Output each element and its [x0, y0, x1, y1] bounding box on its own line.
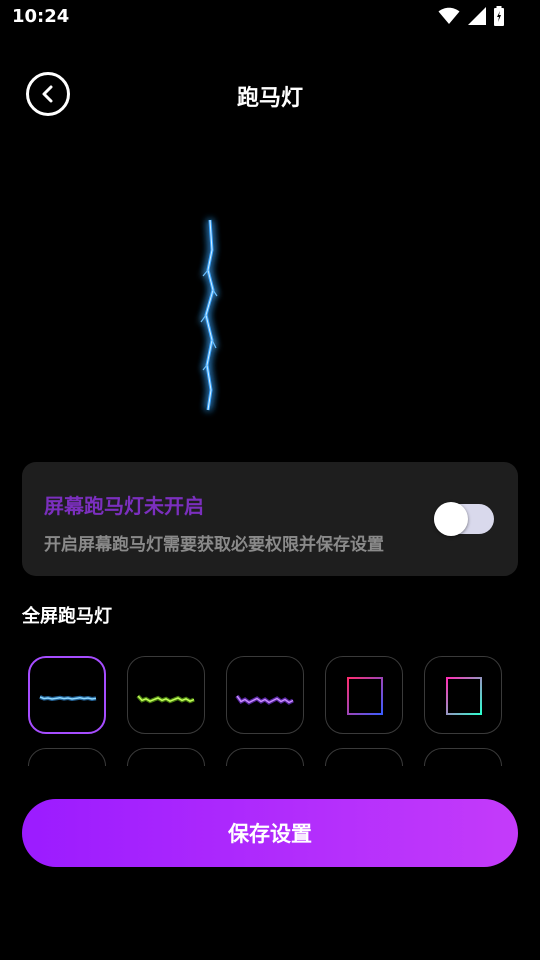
status-bar: 10:24 — [0, 0, 540, 34]
signal-icon — [468, 7, 486, 25]
toggle-knob — [434, 502, 468, 536]
permission-title: 屏幕跑马灯未开启 — [44, 494, 204, 518]
effect-thumb-magenta-blue-frame[interactable] — [325, 656, 403, 734]
page-title: 跑马灯 — [236, 86, 303, 111]
status-icons — [438, 6, 504, 26]
permission-description: 开启屏幕跑马灯需要获取必要权限并保存设置 — [44, 535, 384, 555]
marquee-preview — [170, 210, 250, 440]
blue-lightning-icon — [39, 695, 97, 702]
effect-thumb-purple-lightning[interactable] — [226, 656, 304, 734]
effect-thumb-effect-6[interactable] — [28, 748, 106, 766]
rainbow-frame-icon — [446, 677, 482, 715]
battery-icon — [494, 6, 504, 26]
wifi-icon — [438, 7, 460, 24]
magenta-blue-frame-icon — [347, 677, 383, 715]
marquee-toggle[interactable] — [434, 502, 494, 536]
effect-10-icon — [425, 749, 503, 766]
permission-card: 屏幕跑马灯未开启 开启屏幕跑马灯需要获取必要权限并保存设置 — [22, 462, 518, 576]
effect-thumb-effect-7[interactable] — [127, 748, 205, 766]
lightning-preview-graphic — [200, 219, 218, 411]
green-flame-icon — [136, 694, 195, 704]
app-header: 跑马灯 — [0, 68, 540, 120]
effect-thumb-blue-lightning[interactable] — [28, 656, 106, 734]
effect-thumb-effect-8[interactable] — [226, 748, 304, 766]
status-time: 10:24 — [12, 6, 70, 27]
save-button[interactable]: 保存设置 — [22, 799, 518, 867]
effect-9-icon — [326, 749, 404, 766]
effect-8-icon — [227, 749, 305, 766]
effects-grid — [28, 656, 518, 766]
effect-thumb-green-flame[interactable] — [127, 656, 205, 734]
effect-thumb-rainbow-frame[interactable] — [424, 656, 502, 734]
section-title: 全屏跑马灯 — [22, 606, 112, 627]
effect-7-icon — [128, 749, 206, 766]
effect-thumb-effect-9[interactable] — [325, 748, 403, 766]
effect-thumb-effect-10[interactable] — [424, 748, 502, 766]
purple-lightning-icon — [235, 694, 294, 705]
effect-6-icon — [29, 749, 107, 766]
